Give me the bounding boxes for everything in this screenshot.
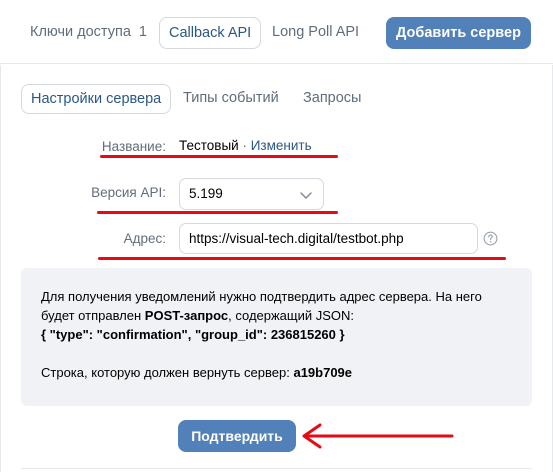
info-return-prefix: Строка, которую должен вернуть сервер: <box>41 365 294 380</box>
subtab-requests[interactable]: Запросы <box>303 84 361 114</box>
annotation-underline-name <box>100 155 338 158</box>
server-name-value: Тестовый <box>179 138 239 153</box>
confirmation-info-box: Для получения уведомлений нужно подтверд… <box>21 268 532 406</box>
change-name-link[interactable]: Изменить <box>251 138 312 153</box>
tab-long-poll-api[interactable]: Long Poll API <box>272 17 359 49</box>
add-server-button[interactable]: Добавить сервер <box>386 17 531 49</box>
info-json: { "type": "confirmation", "group_id": 23… <box>41 327 345 342</box>
annotation-underline-api-version <box>97 211 338 214</box>
api-version-label: Версия API: <box>91 185 166 200</box>
bottom-divider <box>21 468 532 469</box>
address-label: Адрес: <box>123 231 166 246</box>
info-line-2-prefix: будет отправлен <box>41 308 145 323</box>
question-help-icon[interactable] <box>483 231 498 246</box>
name-separator: · <box>238 138 251 153</box>
tab-access-keys[interactable]: Ключи доступа 1 <box>30 17 147 49</box>
tab-access-keys-count: 1 <box>138 24 147 40</box>
info-line-2-suffix: , содержащий JSON: <box>228 308 355 323</box>
confirmation-code: a19b709e <box>293 365 353 380</box>
info-json-line: { "type": "confirmation", "group_id": 23… <box>41 325 513 344</box>
panel-left-border <box>0 65 1 472</box>
info-post-request: POST-запрос <box>144 308 229 323</box>
subtab-event-types[interactable]: Типы событий <box>183 84 279 114</box>
info-line-1: Для получения уведомлений нужно подтверд… <box>41 289 482 304</box>
api-version-select[interactable]: 5.199 <box>179 178 324 210</box>
annotation-underline-address <box>98 257 506 260</box>
server-name: Тестовый · Изменить <box>179 138 312 153</box>
info-return-line: Строка, которую должен вернуть сервер: a… <box>41 363 513 382</box>
api-version-value: 5.199 <box>189 186 223 201</box>
address-input[interactable]: https://visual-tech.digital/testbot.php <box>179 223 478 254</box>
subtab-server-settings[interactable]: Настройки сервера <box>21 84 172 114</box>
info-line-2: будет отправлен POST-запрос, содержащий … <box>41 306 513 325</box>
tab-callback-api[interactable]: Callback API <box>159 17 262 49</box>
annotation-arrow-icon <box>302 423 454 449</box>
confirm-button[interactable]: Подтвердить <box>178 420 296 452</box>
name-label: Название: <box>101 139 166 154</box>
chevron-down-icon <box>300 192 312 199</box>
tab-access-keys-label: Ключи доступа <box>30 24 131 40</box>
top-tabs-bar: Ключи доступа 1 Callback API Long Poll AP… <box>0 0 553 64</box>
